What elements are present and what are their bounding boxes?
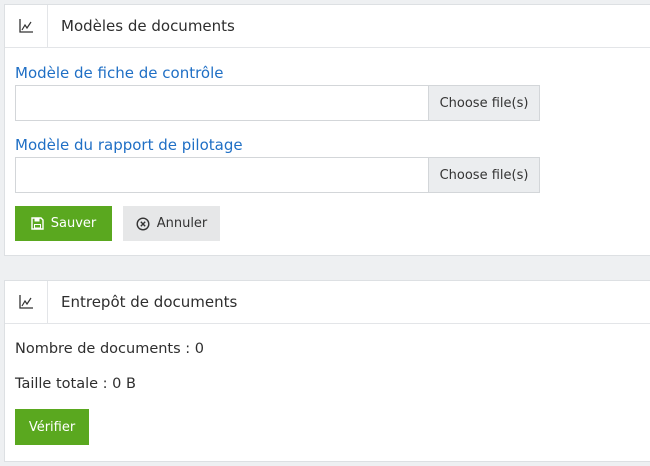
verify-button[interactable]: Vérifier <box>15 409 89 445</box>
panel-title: Entrepôt de documents <box>61 293 238 311</box>
document-storage-panel: Entrepôt de documents Nombre de document… <box>4 280 650 462</box>
chart-line-icon <box>5 5 48 47</box>
control-sheet-file-input[interactable]: Choose file(s) <box>15 85 540 121</box>
document-count: Nombre de documents : 0 <box>15 341 204 357</box>
chart-line-icon <box>5 281 48 323</box>
document-templates-panel: Modèles de documents Modèle de fiche de … <box>4 4 650 256</box>
steering-report-template-label: Modèle du rapport de pilotage <box>15 136 243 154</box>
choose-files-button[interactable]: Choose file(s) <box>428 86 539 120</box>
cancel-label: Annuler <box>156 216 208 231</box>
panel-header: Entrepôt de documents <box>5 281 650 324</box>
save-button[interactable]: Sauver <box>15 206 112 241</box>
choose-files-button[interactable]: Choose file(s) <box>428 158 539 192</box>
total-size: Taille totale : 0 B <box>15 376 136 392</box>
steering-report-file-input[interactable]: Choose file(s) <box>15 157 540 193</box>
panel-title: Modèles de documents <box>61 17 235 35</box>
circle-x-icon <box>136 216 150 231</box>
floppy-disk-icon <box>31 217 44 230</box>
save-label: Sauver <box>50 216 97 231</box>
cancel-button[interactable]: Annuler <box>123 206 220 241</box>
control-sheet-template-label: Modèle de fiche de contrôle <box>15 64 224 82</box>
panel-header: Modèles de documents <box>5 5 650 48</box>
